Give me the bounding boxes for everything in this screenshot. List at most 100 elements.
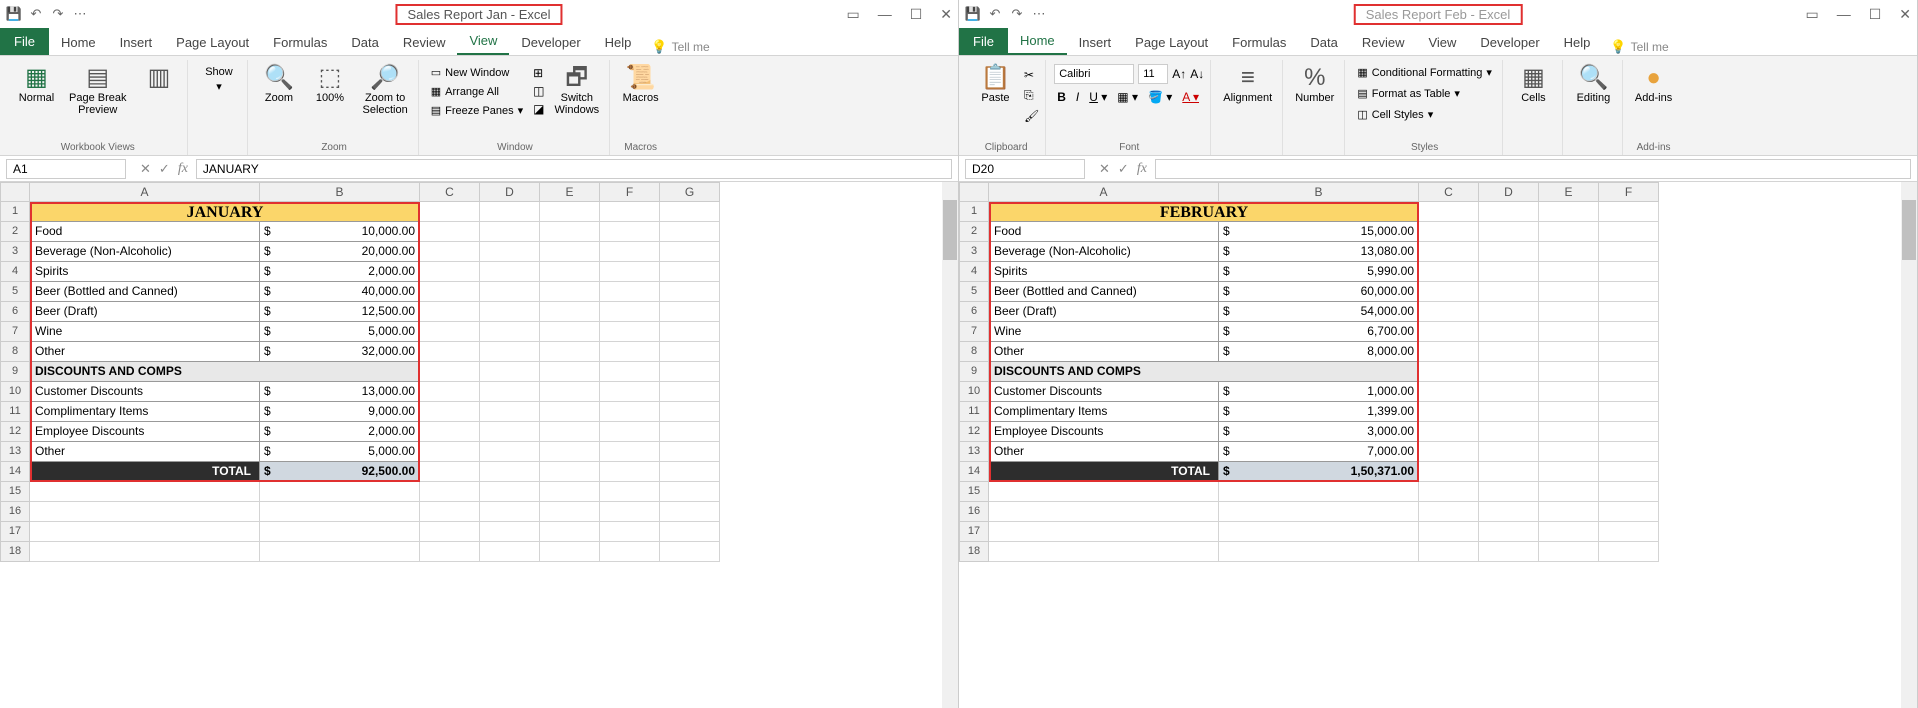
- cell[interactable]: [1419, 482, 1479, 502]
- tab-page-layout[interactable]: Page Layout: [1123, 30, 1220, 55]
- row-header[interactable]: 5: [959, 282, 989, 302]
- paste-button[interactable]: 📋Paste: [973, 64, 1018, 106]
- cell[interactable]: [1539, 402, 1599, 422]
- formula-input[interactable]: [1155, 159, 1911, 179]
- col-header[interactable]: B: [260, 182, 420, 202]
- cell[interactable]: [420, 242, 480, 262]
- cell[interactable]: [540, 302, 600, 322]
- row-header[interactable]: 1: [959, 202, 989, 222]
- row-header[interactable]: 16: [959, 502, 989, 522]
- cell[interactable]: [1599, 482, 1659, 502]
- cell[interactable]: [480, 362, 540, 382]
- zoom-selection-button[interactable]: 🔎Zoom to Selection: [358, 64, 411, 118]
- cell[interactable]: [1479, 382, 1539, 402]
- tab-insert[interactable]: Insert: [1067, 30, 1124, 55]
- tab-formulas[interactable]: Formulas: [261, 30, 339, 55]
- cell[interactable]: [540, 362, 600, 382]
- cell[interactable]: [600, 382, 660, 402]
- ribbon-options-icon[interactable]: ▭: [1805, 6, 1818, 23]
- cell[interactable]: [260, 542, 420, 562]
- font-name-input[interactable]: [1054, 64, 1134, 84]
- cell-value[interactable]: $3,000.00: [1219, 422, 1419, 442]
- row-header[interactable]: 2: [0, 222, 30, 242]
- row-header[interactable]: 18: [959, 542, 989, 562]
- cell-label[interactable]: Employee Discounts: [30, 422, 260, 442]
- cell-value[interactable]: $13,000.00: [260, 382, 420, 402]
- cell[interactable]: [1599, 222, 1659, 242]
- cell-styles-button[interactable]: ◫Cell Styles ▾: [1353, 106, 1496, 123]
- cell[interactable]: [1479, 402, 1539, 422]
- cell[interactable]: [660, 542, 720, 562]
- cell[interactable]: [1539, 462, 1599, 482]
- arrange-all-button[interactable]: ▦Arrange All: [427, 83, 527, 100]
- cell-value[interactable]: $15,000.00: [1219, 222, 1419, 242]
- cell-label[interactable]: Beer (Bottled and Canned): [989, 282, 1219, 302]
- cell[interactable]: [420, 502, 480, 522]
- row-header[interactable]: 11: [0, 402, 30, 422]
- col-header[interactable]: E: [540, 182, 600, 202]
- total-value[interactable]: $92,500.00: [260, 462, 420, 482]
- views-more-button[interactable]: ▥: [136, 64, 181, 92]
- cell[interactable]: [1419, 462, 1479, 482]
- cell-label[interactable]: Beer (Draft): [989, 302, 1219, 322]
- split-icon[interactable]: ⊞: [533, 66, 544, 80]
- cell[interactable]: [1599, 282, 1659, 302]
- total-value[interactable]: $1,50,371.00: [1219, 462, 1419, 482]
- save-icon[interactable]: 💾: [6, 6, 22, 22]
- cell[interactable]: [1599, 402, 1659, 422]
- save-icon[interactable]: 💾: [965, 6, 981, 22]
- cell[interactable]: [1599, 542, 1659, 562]
- col-header[interactable]: F: [1599, 182, 1659, 202]
- vertical-scrollbar[interactable]: [1901, 182, 1917, 708]
- tab-review[interactable]: Review: [391, 30, 458, 55]
- cell[interactable]: [660, 242, 720, 262]
- row-header[interactable]: 10: [959, 382, 989, 402]
- cell[interactable]: [660, 362, 720, 382]
- cell[interactable]: [1219, 502, 1419, 522]
- cell[interactable]: [600, 462, 660, 482]
- cell[interactable]: [420, 382, 480, 402]
- cell-label[interactable]: Complimentary Items: [30, 402, 260, 422]
- sheet-rows[interactable]: 1FEBRUARY2Food$15,000.003Beverage (Non-A…: [959, 202, 1917, 708]
- redo-icon[interactable]: ↷: [50, 6, 66, 22]
- cell[interactable]: [540, 522, 600, 542]
- cell[interactable]: [480, 462, 540, 482]
- cell[interactable]: [540, 322, 600, 342]
- tab-help[interactable]: Help: [593, 30, 644, 55]
- cell[interactable]: [420, 302, 480, 322]
- scroll-thumb[interactable]: [943, 200, 957, 260]
- maximize-icon[interactable]: ☐: [1869, 6, 1882, 23]
- cell-label[interactable]: Customer Discounts: [30, 382, 260, 402]
- row-header[interactable]: 1: [0, 202, 30, 222]
- cell[interactable]: [600, 362, 660, 382]
- cell[interactable]: [420, 342, 480, 362]
- formula-input[interactable]: [196, 159, 952, 179]
- cell[interactable]: [1599, 342, 1659, 362]
- freeze-panes-button[interactable]: ▤Freeze Panes ▾: [427, 102, 527, 119]
- cell[interactable]: [1539, 362, 1599, 382]
- cell[interactable]: [480, 202, 540, 222]
- tell-me[interactable]: 💡Tell me: [643, 39, 717, 55]
- cell[interactable]: [1479, 302, 1539, 322]
- page-break-button[interactable]: ▤Page Break Preview: [65, 64, 130, 118]
- col-header[interactable]: D: [1479, 182, 1539, 202]
- cell[interactable]: [1599, 242, 1659, 262]
- row-header[interactable]: 17: [0, 522, 30, 542]
- cell-label[interactable]: Wine: [30, 322, 260, 342]
- cell[interactable]: [1219, 542, 1419, 562]
- enter-icon[interactable]: ✓: [159, 161, 170, 177]
- row-header[interactable]: 5: [0, 282, 30, 302]
- cell[interactable]: [1479, 342, 1539, 362]
- cell[interactable]: [1539, 302, 1599, 322]
- cell[interactable]: [540, 262, 600, 282]
- cell[interactable]: [420, 262, 480, 282]
- cell[interactable]: [1539, 202, 1599, 222]
- cell-value[interactable]: $6,700.00: [1219, 322, 1419, 342]
- cut-icon[interactable]: ✂: [1024, 68, 1039, 82]
- cell[interactable]: [30, 502, 260, 522]
- row-header[interactable]: 8: [0, 342, 30, 362]
- italic-button[interactable]: I: [1073, 88, 1082, 106]
- cell[interactable]: [540, 402, 600, 422]
- cell[interactable]: [1539, 242, 1599, 262]
- normal-view-button[interactable]: ▦Normal: [14, 64, 59, 106]
